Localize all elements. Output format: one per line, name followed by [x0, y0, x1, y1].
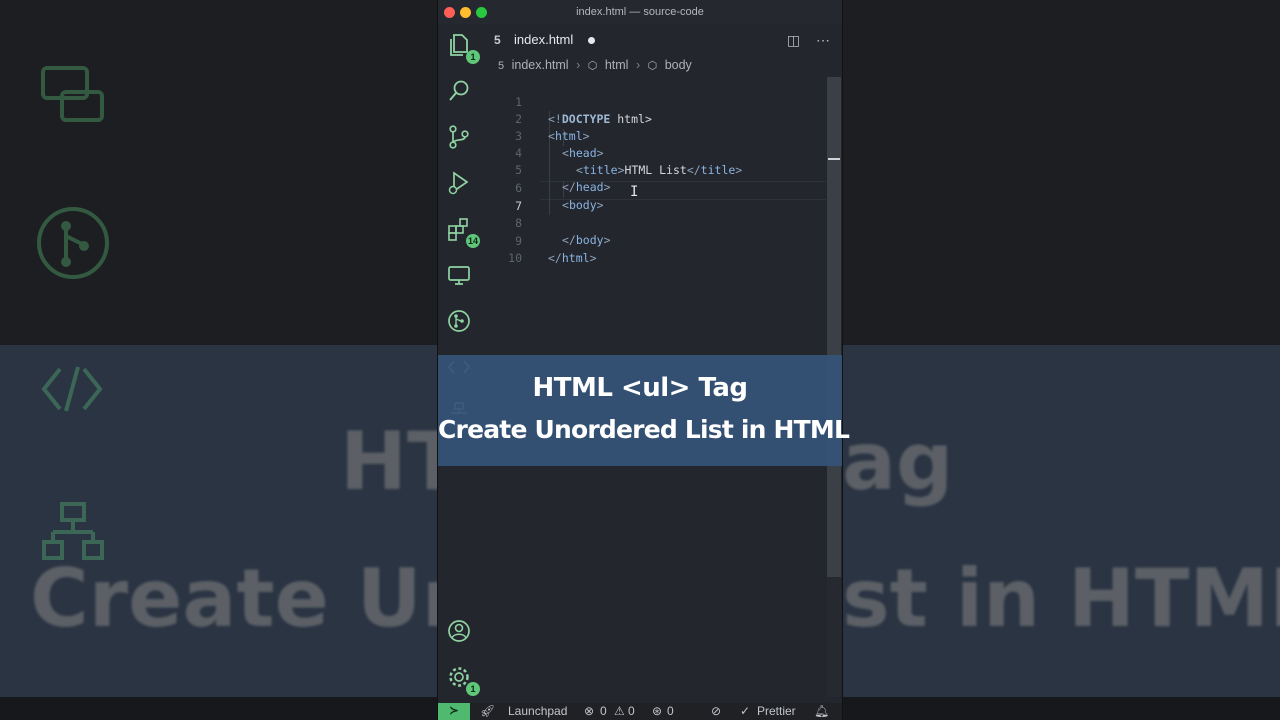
extensions-button[interactable]: 14: [446, 216, 481, 248]
code-diff-icon: [41, 366, 103, 412]
ports-icon: ⊛: [652, 704, 663, 718]
chat-icon: [41, 66, 104, 122]
code-line: 5 </head>: [484, 145, 828, 194]
breadcrumb-body[interactable]: body: [665, 58, 692, 72]
search-button[interactable]: [446, 78, 476, 108]
ports-count[interactable]: 0: [667, 703, 674, 720]
explorer-button[interactable]: 1: [446, 32, 480, 64]
scrollbar-thumb[interactable]: [827, 77, 841, 577]
text-cursor-icon: I: [630, 184, 639, 200]
code-line: 1 <!DOCTYPE html>: [484, 77, 828, 126]
tab-label: index.html: [514, 32, 574, 47]
code-line: 2 <html>: [484, 94, 828, 143]
extensions-badge: 14: [466, 234, 481, 248]
breadcrumb-file[interactable]: index.html: [512, 58, 569, 72]
window-title: index.html — source-code: [576, 6, 704, 18]
scrollbar-cursor-marker: [828, 158, 840, 160]
tab-index-html[interactable]: 5 index.html: [490, 24, 608, 56]
html5-icon: 5: [494, 33, 501, 47]
minimize-window-button[interactable]: [460, 7, 471, 18]
prettier-button[interactable]: Prettier: [757, 703, 796, 720]
search-icon: [449, 80, 469, 101]
more-actions-icon[interactable]: ⋯: [816, 32, 830, 48]
source-control-button[interactable]: [446, 124, 476, 154]
code-line: 10: [484, 233, 828, 265]
editor-actions: ◫ ⋯: [775, 32, 830, 49]
accounts-button[interactable]: [446, 618, 476, 648]
background-title-right: ag: [842, 415, 954, 508]
close-window-button[interactable]: [444, 7, 455, 18]
background-subtitle-left: Create Un: [30, 552, 479, 645]
chevron-right-icon: ›: [576, 58, 581, 72]
unsaved-dot-icon[interactable]: [588, 37, 595, 44]
element-cube-icon: ⬡: [647, 60, 658, 72]
banner-subtitle: Create Unordered List in HTML: [438, 415, 850, 444]
run-debug-button[interactable]: [446, 170, 476, 200]
settings-badge: 1: [466, 682, 480, 696]
remote-icon: ≻: [449, 705, 459, 717]
warning-icon: ⚠: [614, 704, 625, 718]
error-icon: ⊗: [584, 704, 595, 718]
chevron-right-icon: ›: [635, 58, 641, 72]
git-graph-button[interactable]: [446, 308, 476, 338]
title-bar: index.html — source-code: [438, 0, 842, 24]
html5-icon: 5: [498, 60, 505, 72]
git-graph-icon: [448, 310, 470, 332]
element-cube-icon: ⬡: [587, 60, 598, 72]
check-icon: ✓: [740, 704, 751, 718]
status-bar: ≻ 🚀︎ Launchpad ⊗ 0 ⚠ 0 ⊛ 0 ⊘ ✓ Prettier …: [438, 703, 842, 720]
remote-indicator-button[interactable]: ≻: [438, 703, 470, 720]
launchpad-button[interactable]: Launchpad: [508, 703, 567, 720]
remote-explorer-button[interactable]: [446, 262, 476, 292]
breadcrumb: 5 index.html › ⬡ html › ⬡ body: [498, 58, 696, 76]
line-number: 10: [508, 251, 522, 265]
copilot-icon[interactable]: ⊘: [711, 703, 721, 720]
explorer-badge: 1: [466, 50, 480, 64]
bell-icon[interactable]: 🔔︎: [814, 703, 829, 720]
code-line: 3 <head>: [484, 111, 828, 160]
zoom-window-button[interactable]: [476, 7, 487, 18]
code-line: 6 <body>: [484, 163, 828, 212]
run-debug-icon: [448, 171, 469, 195]
breadcrumb-html[interactable]: html: [605, 58, 629, 72]
code-line: 8 </body>: [484, 198, 828, 247]
remote-monitor-icon: [448, 266, 470, 285]
banner-title: HTML <ul> Tag: [532, 373, 748, 403]
account-icon: [448, 620, 470, 642]
split-editor-icon[interactable]: ◫: [787, 32, 800, 48]
background-subtitle-right: st in HTML: [842, 552, 1280, 645]
git-icon: [37, 207, 109, 279]
code-line: 4 <title>HTML List</title>: [484, 128, 828, 177]
launchpad-icon: 🚀︎: [480, 704, 496, 718]
error-count[interactable]: 0: [600, 703, 607, 720]
title-banner: HTML <ul> Tag Create Unordered List in H…: [438, 355, 850, 466]
source-control-icon: [449, 125, 469, 149]
manage-settings-button[interactable]: 1: [446, 664, 480, 696]
code-line: 9 </html>: [484, 216, 828, 265]
code-line-active: 7: [484, 181, 828, 213]
tab-bar: 5 index.html ◫ ⋯: [484, 24, 842, 56]
warning-count[interactable]: 0: [628, 703, 635, 720]
